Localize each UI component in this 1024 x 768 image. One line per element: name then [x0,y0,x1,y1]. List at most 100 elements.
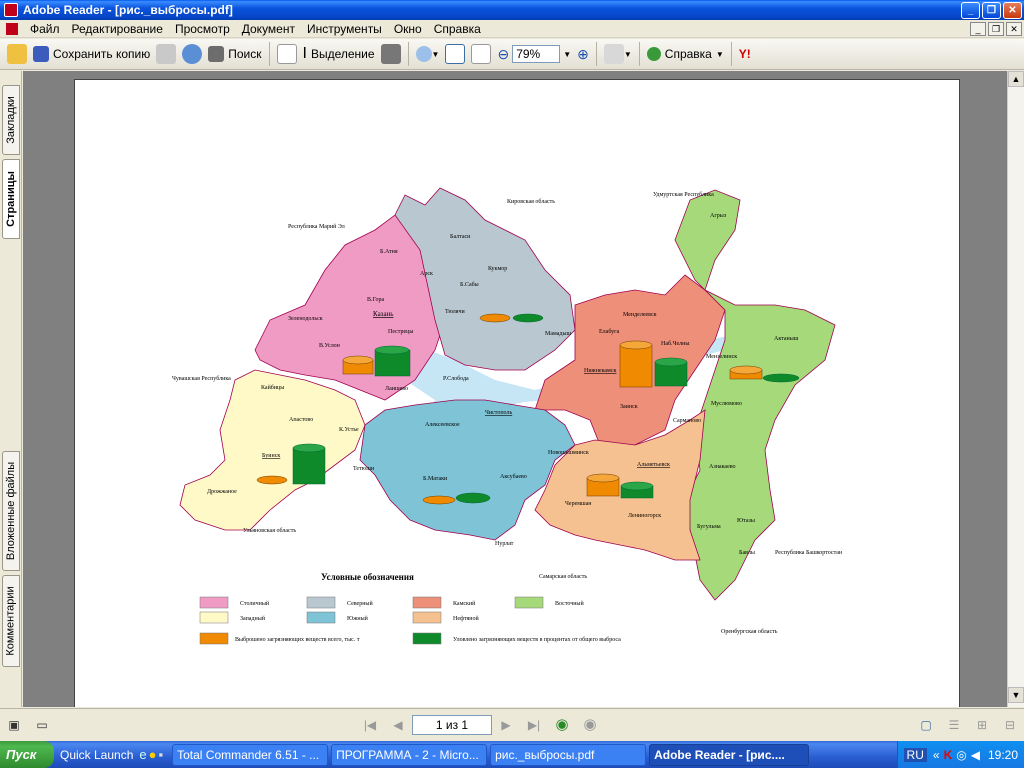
doc-minimize-button[interactable]: _ [970,21,986,36]
ie-icon[interactable]: e [139,747,146,762]
save-copy-button[interactable]: Сохранить копию [30,42,153,66]
city-label: Б.Сабы [460,281,479,288]
next-page-button[interactable]: ▶ [496,715,516,735]
city-label: Кукмор [488,266,507,272]
kaspersky-icon[interactable]: K [944,748,953,762]
media-icon[interactable]: ● [149,747,157,762]
city-label: Чистополь [485,410,512,416]
doc-restore-button[interactable]: ❐ [988,21,1004,36]
forward-view-button[interactable]: ◉ [580,715,600,735]
scroll-down-arrow[interactable]: ▼ [1008,687,1024,703]
menu-window[interactable]: Окно [388,22,428,36]
zoom-in-tool-button[interactable]: ▼ [413,42,443,66]
menu-document[interactable]: Документ [236,22,301,36]
legend-swatch-severny [306,596,336,609]
zoom-dropdown[interactable]: ▼ [560,42,574,66]
city-label: Мамадыш [545,331,572,337]
volume-icon[interactable]: ◀ [971,748,980,762]
tab-comments[interactable]: Комментарии [2,575,20,667]
panel-toggle-button[interactable]: ▣ [4,715,24,735]
tab-comments-label: Комментарии [5,586,18,656]
hand-tool-button[interactable] [274,42,300,66]
task-adobe-reader[interactable]: Adobe Reader - [рис.... [649,743,810,766]
single-page-button[interactable]: ▢ [916,715,936,735]
snapshot-button[interactable] [378,42,404,66]
legend-swatch-stolichny [199,596,229,609]
label-samara: Самарская область [539,573,587,580]
emission-bar-top [586,473,620,483]
city-label: Заинск [620,404,638,410]
menu-help[interactable]: Справка [428,22,487,36]
vertical-scrollbar[interactable]: ▲ ▼ [1007,71,1024,707]
task-total-commander[interactable]: Total Commander 6.51 - ... [172,743,329,766]
legend-swatch-yuzhny [306,611,336,624]
legend-label: Нефтяной [453,615,479,622]
scroll-track[interactable] [1008,87,1024,687]
facing-button[interactable]: ⊞ [972,715,992,735]
prev-page-button[interactable]: ◀ [388,715,408,735]
scroll-up-arrow[interactable]: ▲ [1008,71,1024,87]
fit-page-button[interactable] [442,42,468,66]
continuous-button[interactable]: ☰ [944,715,964,735]
captured-bar-top [374,345,410,355]
maximize-button[interactable]: ❐ [982,1,1001,19]
menu-file[interactable]: Файл [24,22,66,36]
disk-icon[interactable]: ▪ [158,747,163,762]
city-label: Муслюмово [711,401,742,407]
continuous-facing-button[interactable]: ⊟ [1000,715,1020,735]
menu-edit[interactable]: Редактирование [66,22,169,36]
label-bashkortostan: Республика Башкортостан [775,549,843,556]
captured-bar-yuzhny [455,492,491,504]
rotate-button[interactable]: ▼ [601,42,635,66]
print-button[interactable] [153,42,179,66]
email-button[interactable] [179,42,205,66]
minimize-button[interactable]: _ [961,1,980,19]
zoom-in-button[interactable]: ⊕ [574,42,592,66]
document-icon[interactable] [6,22,18,35]
start-button[interactable]: Пуск [0,741,54,768]
fit-width-button[interactable] [468,42,494,66]
open-button[interactable] [4,42,30,66]
chevron-down-icon: ▼ [563,49,572,59]
city-label: Елабуга [599,328,620,335]
menu-bar: Файл Редактирование Просмотр Документ Ин… [0,20,1024,38]
city-label: Б.Атня [380,249,398,255]
help-button[interactable]: Справка ▼ [644,42,727,66]
tray-expand-icon[interactable]: « [933,748,940,762]
page-size-button[interactable]: ▭ [32,715,52,735]
task-pdf[interactable]: рис._выбросы.pdf [490,743,647,766]
select-tool-button[interactable]: I Выделение [300,42,378,66]
doc-close-button[interactable]: ✕ [1006,21,1022,36]
last-page-button[interactable]: ▶| [524,715,544,735]
back-view-button[interactable]: ◉ [552,715,572,735]
tab-bookmarks[interactable]: Закладки [2,85,20,155]
yahoo-button[interactable]: Y! [736,42,754,66]
tab-bookmarks-label: Закладки [5,96,18,144]
language-indicator[interactable]: RU [903,747,927,762]
page-number-field[interactable]: 1 из 1 [412,715,492,735]
zoom-in-icon: ⊕ [577,45,589,62]
city-label: Азнакаево [709,464,736,470]
menu-tools[interactable]: Инструменты [301,22,388,36]
emission-bar-zapadny [256,475,288,485]
menu-view[interactable]: Просмотр [169,22,236,36]
city-label: Пестрецы [388,329,413,335]
tray-app-icon[interactable]: ◎ [956,748,966,762]
search-label: Поиск [228,47,262,61]
zoom-level-input[interactable]: 79% [512,45,561,63]
fit-width-icon [471,44,492,64]
tab-attachments[interactable]: Вложенные файлы [2,451,20,571]
fit-page-icon [445,44,466,64]
pages-icon [603,44,624,64]
label-udmurtia: Удмуртская Республика [653,191,714,198]
search-button[interactable]: Поиск [205,42,264,66]
city-label: Лениногорск [628,513,661,519]
first-page-button[interactable]: |◀ [360,715,380,735]
document-viewer[interactable]: Кировская область Республика Марий Эл Уд… [23,71,1007,707]
zoom-out-button[interactable]: ⊖ [494,42,512,66]
separator [595,42,597,66]
task-word[interactable]: ПРОГРАММА - 2 - Micro... [331,743,488,766]
separator [407,42,409,66]
tab-pages[interactable]: Страницы [2,159,20,239]
close-button[interactable]: ✕ [1003,1,1022,19]
